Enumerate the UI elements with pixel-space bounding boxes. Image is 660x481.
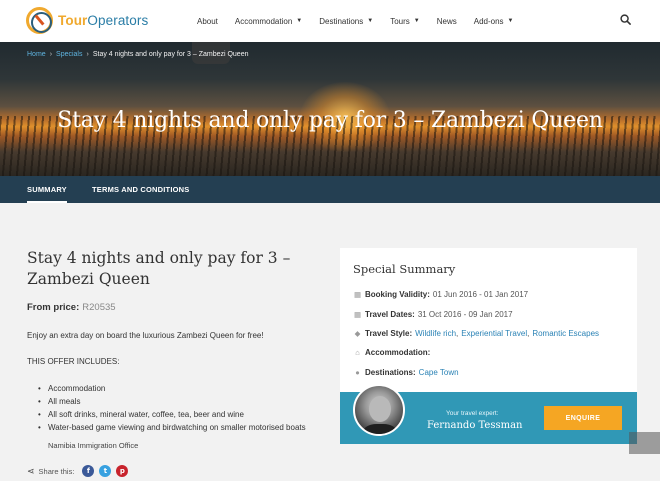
expert-label: Your travel expert: bbox=[446, 410, 499, 417]
overlapping-footer-text: Namibia Immigration Office bbox=[48, 441, 139, 450]
breadcrumb-separator-icon: › bbox=[49, 51, 53, 58]
home-icon: ⌂ bbox=[355, 348, 360, 357]
calendar-icon: ▦ bbox=[353, 310, 362, 319]
price-value: R20535 bbox=[82, 302, 116, 313]
site-logo[interactable]: TourOperators bbox=[26, 7, 148, 34]
menu-item-destinations[interactable]: Destinations ▼ bbox=[319, 17, 373, 26]
breadcrumb: Home › Specials › Stay 4 nights and only… bbox=[27, 51, 249, 58]
location-pin-icon: ● bbox=[355, 368, 360, 377]
caret-down-icon: ▼ bbox=[413, 18, 420, 24]
tab-summary[interactable]: SUMMARY bbox=[27, 185, 67, 203]
hero-banner: Home › Specials › Stay 4 nights and only… bbox=[0, 42, 660, 176]
share-label: Share this: bbox=[38, 466, 75, 476]
section-tabs: SUMMARY TERMS AND CONDITIONS bbox=[0, 176, 660, 203]
caret-down-icon: ▼ bbox=[367, 18, 374, 24]
includes-heading: THIS OFFER INCLUDES: bbox=[27, 357, 120, 366]
facebook-icon[interactable]: f bbox=[82, 465, 95, 477]
includes-list: Accommodation All meals All soft drinks,… bbox=[38, 382, 310, 444]
booking-validity-row: ▦ Booking Validity: 01 Jun 2016 - 01 Jan… bbox=[353, 290, 529, 299]
breadcrumb-home[interactable]: Home bbox=[27, 51, 46, 58]
compass-logo-icon bbox=[26, 7, 53, 34]
logo-text: TourOperators bbox=[58, 13, 149, 28]
travel-style-link[interactable]: Experiential Travel bbox=[461, 329, 527, 338]
pinterest-icon[interactable]: p bbox=[116, 465, 129, 477]
travel-dates-row: ▦ Travel Dates: 31 Oct 2016 - 09 Jan 201… bbox=[353, 310, 513, 319]
expert-name: Fernando Tessman bbox=[427, 420, 523, 431]
travel-expert-bar: Your travel expert: Fernando Tessman ENQ… bbox=[340, 384, 637, 444]
destination-link[interactable]: Cape Town bbox=[419, 368, 459, 377]
list-item: Accommodation bbox=[38, 382, 310, 395]
menu-item-accommodation[interactable]: Accommodation ▼ bbox=[235, 17, 302, 26]
intro-text: Enjoy an extra day on board the luxuriou… bbox=[27, 331, 264, 340]
caret-down-icon: ▼ bbox=[296, 18, 303, 24]
list-item: All meals bbox=[38, 395, 310, 408]
share-bar: ⋖ Share this: f t p bbox=[27, 465, 129, 477]
caret-down-icon: ▼ bbox=[507, 18, 514, 24]
tag-icon: ◆ bbox=[354, 329, 361, 338]
breadcrumb-specials[interactable]: Specials bbox=[56, 51, 82, 58]
top-navbar: TourOperators About Accommodation ▼ Desti… bbox=[0, 0, 660, 42]
destinations-row: ● Destinations: Cape Town bbox=[353, 368, 459, 377]
accommodation-row: ⌂ Accommodation: bbox=[353, 348, 433, 357]
avatar bbox=[353, 384, 405, 436]
price: From price: R20535 bbox=[27, 302, 116, 313]
scroll-to-top-button[interactable] bbox=[629, 432, 660, 454]
travel-style-row: ◆ Travel Style: Wildlife rich, Experient… bbox=[354, 329, 600, 338]
tab-terms-and-conditions[interactable]: TERMS AND CONDITIONS bbox=[92, 185, 189, 194]
card-title: Special Summary bbox=[353, 262, 456, 276]
travel-style-link[interactable]: Romantic Escapes bbox=[532, 329, 599, 338]
breadcrumb-current: Stay 4 nights and only pay for 3 – Zambe… bbox=[92, 51, 249, 58]
list-item: Water-based game viewing and birdwatchin… bbox=[38, 421, 310, 434]
list-item: All soft drinks, mineral water, coffee, … bbox=[38, 408, 310, 421]
calendar-icon: ▦ bbox=[353, 290, 362, 299]
breadcrumb-separator-icon: › bbox=[86, 51, 89, 58]
enquire-button[interactable]: ENQUIRE bbox=[544, 406, 622, 430]
menu-item-tours[interactable]: Tours ▼ bbox=[390, 17, 420, 26]
price-label: From price: bbox=[27, 302, 80, 313]
hero-title: Stay 4 nights and only pay for 3 – Zambe… bbox=[57, 108, 603, 133]
twitter-icon[interactable]: t bbox=[99, 465, 112, 477]
menu-item-about[interactable]: About bbox=[197, 17, 218, 26]
main-menu: About Accommodation ▼ Destinations ▼ Tours… bbox=[197, 0, 530, 42]
travel-style-link[interactable]: Wildlife rich bbox=[415, 329, 456, 338]
search-icon[interactable] bbox=[620, 14, 631, 25]
menu-item-addons[interactable]: Add-ons ▼ bbox=[474, 17, 514, 26]
special-summary-card: Special Summary ▦ Booking Validity: 01 J… bbox=[340, 248, 637, 444]
share-icon: ⋖ bbox=[27, 465, 35, 476]
page-title: Stay 4 nights and only pay for 3 – Zambe… bbox=[27, 249, 291, 288]
menu-item-news[interactable]: News bbox=[437, 17, 457, 26]
